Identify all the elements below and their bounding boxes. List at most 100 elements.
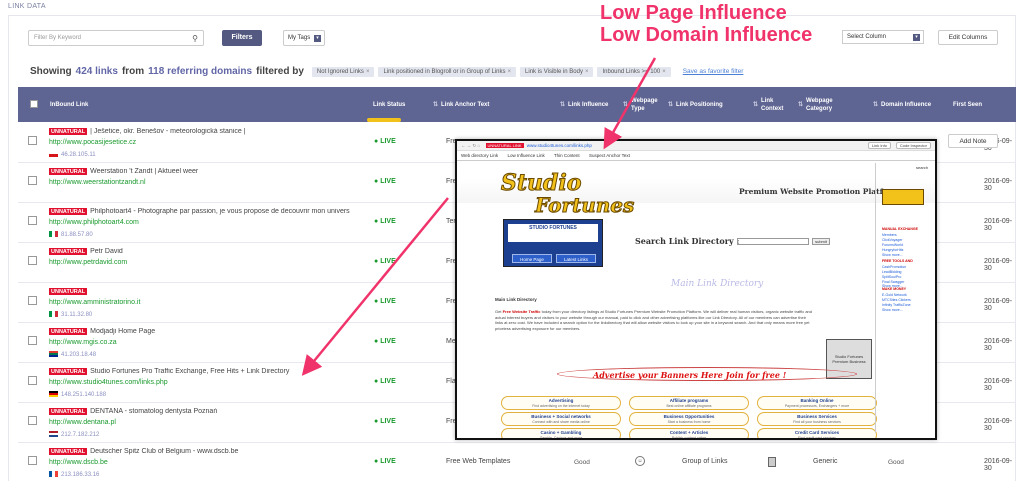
sidebar-link[interactable]: CashPromotion	[882, 265, 906, 269]
code-inspector-button[interactable]: Code Inspector	[895, 142, 931, 149]
para-highlight[interactable]: Free Website Traffic	[503, 309, 541, 314]
ip-text: 41.203.18.48	[61, 352, 97, 358]
close-icon[interactable]: ×	[508, 69, 512, 75]
inbound-url[interactable]: http://www.mgis.co.za	[49, 339, 117, 346]
inbound-url[interactable]: http://www.petrdavid.com	[49, 259, 127, 266]
col-domain-influence[interactable]: ⇅ Domain Influence	[873, 87, 931, 122]
select-column-dropdown[interactable]: Select Column ▾	[842, 30, 924, 44]
tab-suspect-anchor[interactable]: Suspect Anchor Text	[589, 153, 630, 158]
submit-button[interactable]: submit	[812, 238, 830, 245]
select-all-checkbox[interactable]	[30, 100, 38, 108]
unnatural-badge: UNNATURAL	[49, 288, 88, 295]
sidebar-link[interactable]: LeadBidding	[882, 270, 901, 274]
first-seen: 2016-09-30	[984, 458, 1013, 472]
row-checkbox[interactable]	[28, 336, 37, 345]
sidebar-link[interactable]: MTCSites Clickers	[882, 298, 911, 302]
search-directory-input[interactable]	[737, 238, 809, 245]
category-link[interactable]: Business Services Find all your business …	[757, 412, 877, 426]
sidebar-search[interactable]: search	[916, 165, 928, 170]
category-link[interactable]: Casino + Gambling Gamble, Casinos and mor…	[501, 428, 621, 438]
sort-indicator	[367, 118, 401, 122]
country-flag-icon	[49, 391, 58, 397]
link-info-button[interactable]: Link Info	[867, 142, 891, 149]
col-link-influence[interactable]: ⇅ Link Influence	[560, 87, 608, 122]
category-link[interactable]: Advertising Find advertising on the inter…	[501, 396, 621, 410]
col-webpage-category[interactable]: ⇅ Webpage Category	[798, 87, 848, 122]
sidebar-link[interactable]: Show more...	[882, 308, 903, 312]
sort-icon: ⇅	[798, 101, 804, 108]
country-flag-icon	[49, 231, 58, 237]
table-row[interactable]: UNNATURAL Deutscher Spitz Club of Belgium…	[18, 443, 1016, 481]
col-webpage-type[interactable]: ⇅ Webpage Type	[623, 87, 668, 122]
webpage-type-icon: ☺	[635, 456, 645, 466]
filtered-by-text: filtered by	[256, 66, 304, 77]
filter-chip[interactable]: Link is Visible in Body ×	[520, 66, 594, 77]
link-status: ● LIVE	[374, 418, 396, 425]
row-checkbox[interactable]	[28, 136, 37, 145]
filter-chip[interactable]: Inbound Links >= 100 ×	[597, 66, 671, 77]
search-input[interactable]: Filter By Keyword ⚲	[28, 30, 204, 46]
row-checkbox[interactable]	[28, 256, 37, 265]
row-checkbox[interactable]	[28, 216, 37, 225]
ip-address: 213.186.33.16	[49, 471, 99, 478]
inbound-url[interactable]: http://www.dentana.pl	[49, 419, 116, 426]
sidebar-link[interactable]: ForumsWorld	[882, 243, 903, 247]
sidebar-link[interactable]: Members	[882, 233, 897, 237]
category-link[interactable]: Affiliate programs Best online affiliate …	[629, 396, 749, 410]
sidebar-link[interactable]: Infinity TrafficZone	[882, 303, 911, 307]
category-link[interactable]: Banking Online Payment processors, Exchan…	[757, 396, 877, 410]
row-checkbox[interactable]	[28, 376, 37, 385]
row-checkbox[interactable]	[28, 296, 37, 305]
status-text: LIVE	[380, 298, 396, 305]
table-header: InBound Link Link Status ⇅ Link Anchor Te…	[18, 87, 1016, 122]
latest-links-button[interactable]: Latest Links	[556, 254, 596, 263]
inbound-url[interactable]: http://www.pocasijesetice.cz	[49, 139, 136, 146]
link-context-icon[interactable]	[768, 457, 776, 467]
domain-influence: Good	[888, 459, 904, 466]
filter-chip-label: Not Ignored Links	[316, 68, 364, 75]
filters-button[interactable]: Filters	[222, 30, 262, 46]
filter-chip[interactable]: Link positioned in Blogroll or in Group …	[378, 66, 517, 77]
save-favorite-link[interactable]: Save as favorite filter	[683, 68, 744, 75]
inbound-url[interactable]: http://www.amministratorino.it	[49, 299, 140, 306]
sidebar-link[interactable]: SplitSoulPro	[882, 275, 901, 279]
sidebar-link[interactable]: Show more...	[882, 253, 903, 257]
close-icon[interactable]: ×	[662, 69, 666, 75]
sidebar-link[interactable]: HungryforHits	[882, 248, 903, 252]
sidebar-link[interactable]: ClickVoyager	[882, 238, 902, 242]
row-checkbox[interactable]	[28, 176, 37, 185]
nav-arrows-icon[interactable]: ← → ↻ ⌂	[461, 143, 480, 148]
close-icon[interactable]: ×	[366, 69, 370, 75]
site-sidebar: search MANUAL EXCHANGE FREE TOOLS AND MAKE…	[875, 163, 930, 433]
category-link[interactable]: Content + Articles Publish content online	[629, 428, 749, 438]
close-icon[interactable]: ×	[585, 69, 589, 75]
col-first-seen[interactable]: First Seen	[953, 87, 982, 122]
sidebar-link[interactable]: Show more...	[882, 284, 903, 288]
category-sub: Payment processors, Exchangers + more	[784, 404, 850, 408]
inbound-url[interactable]: http://www.philphotoart4.com	[49, 219, 139, 226]
inbound-url[interactable]: http://www.weerstationtzandt.nl	[49, 179, 146, 186]
home-page-button[interactable]: Home Page	[512, 254, 552, 263]
col-anchor-text[interactable]: ⇅ Link Anchor Text	[433, 87, 489, 122]
ribbon-text[interactable]: Advertise your Banners Here Join for fre…	[593, 370, 786, 380]
category-link[interactable]: Business Opportunities Start a business f…	[629, 412, 749, 426]
inbound-url[interactable]: http://www.dscb.be	[49, 459, 108, 466]
tab-thin-content[interactable]: Thin Content	[554, 153, 580, 158]
col-link-positioning[interactable]: ⇅ Link Positioning	[668, 87, 723, 122]
edit-columns-button[interactable]: Edit Columns	[938, 30, 998, 45]
tab-low-influence[interactable]: Low Influence Link	[507, 153, 544, 158]
inbound-url[interactable]: http://www.studio4tunes.com/links.php	[49, 379, 168, 386]
filter-chip[interactable]: Not Ignored Links ×	[311, 66, 375, 77]
col-inbound-link[interactable]: InBound Link	[50, 87, 88, 122]
row-checkbox[interactable]	[28, 416, 37, 425]
tab-web-directory[interactable]: Web directory Link	[461, 153, 498, 158]
my-tags-dropdown[interactable]: My Tags ▾	[283, 30, 325, 46]
add-note-button[interactable]: Add Note	[948, 134, 998, 148]
col-link-context[interactable]: ⇅ Link Context	[753, 87, 793, 122]
col-link-status[interactable]: Link Status	[373, 87, 405, 122]
row-checkbox[interactable]	[28, 456, 37, 465]
preview-url[interactable]: www.studio4tunes.com/links.php	[527, 143, 592, 148]
category-link[interactable]: Credit Card Services Find credit card ser…	[757, 428, 877, 438]
category-link[interactable]: Business + Social networks Connect with a…	[501, 412, 621, 426]
sidebar-link[interactable]: E-Gold Network	[882, 293, 907, 297]
